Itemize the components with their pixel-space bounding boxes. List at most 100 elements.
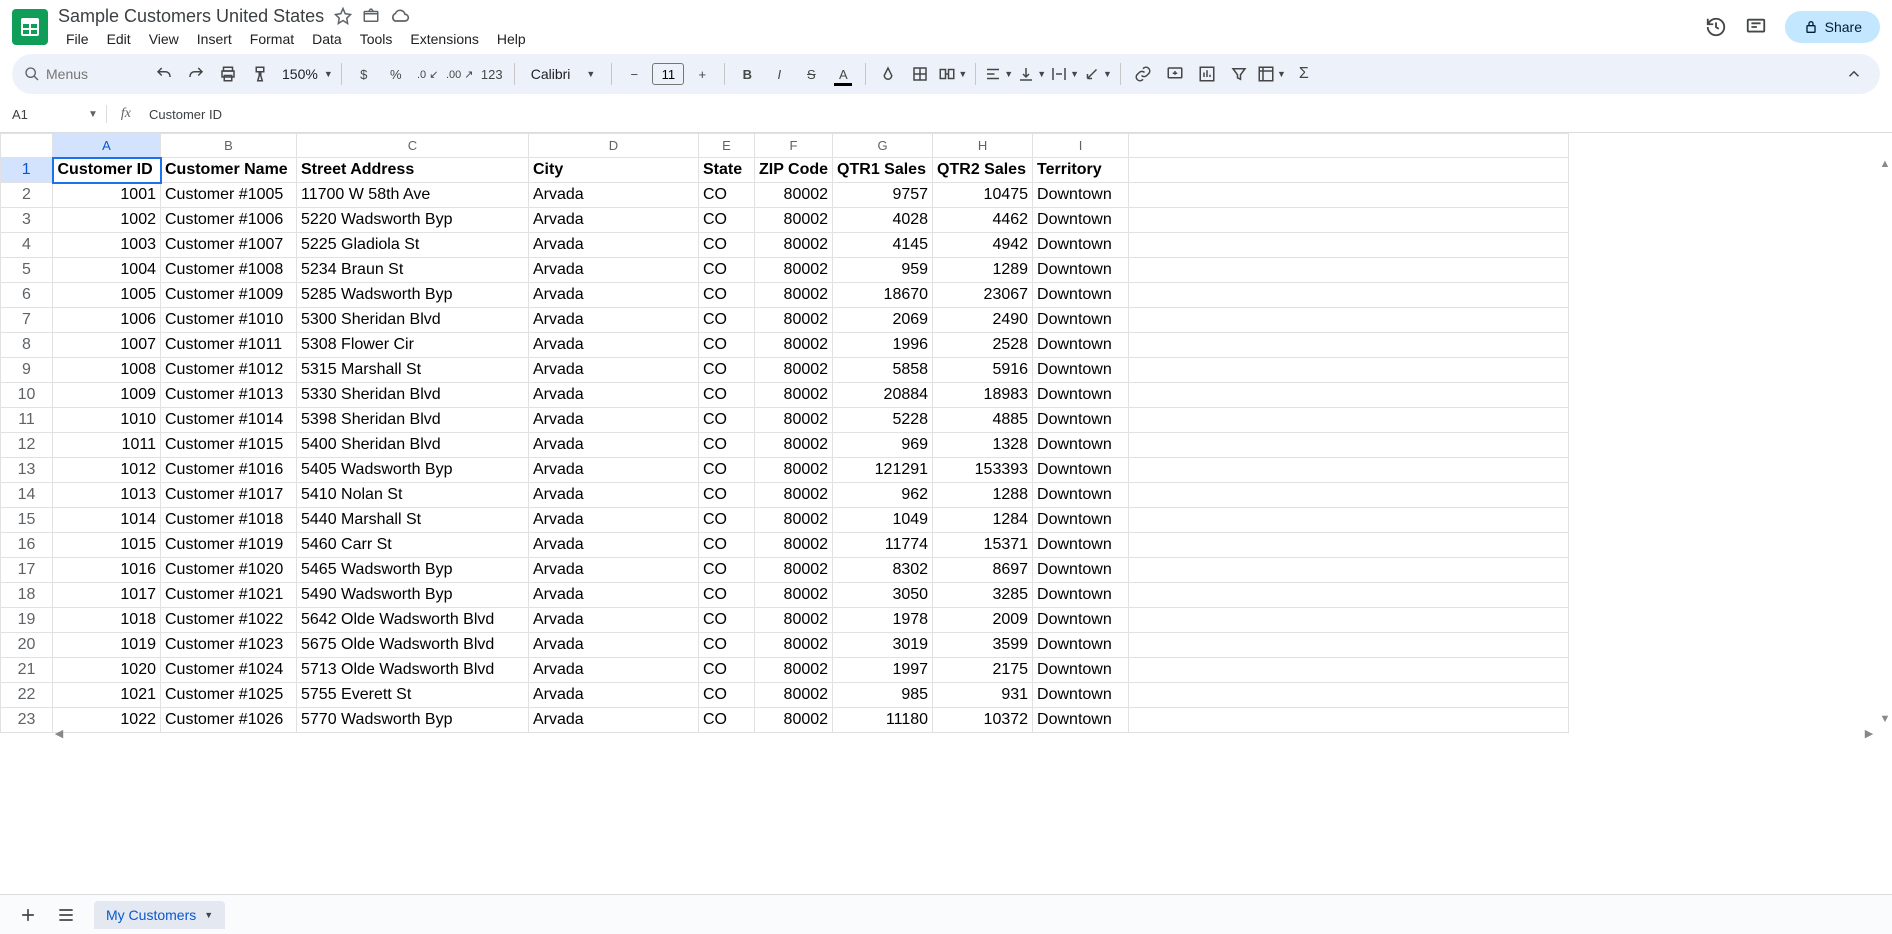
cell-D18[interactable]: Arvada: [529, 583, 699, 608]
column-header-F[interactable]: F: [755, 134, 833, 158]
row-header-1[interactable]: 1: [1, 158, 53, 183]
cell-G20[interactable]: 3019: [833, 633, 933, 658]
cell-A18[interactable]: 1017: [53, 583, 161, 608]
cell-E17[interactable]: CO: [699, 558, 755, 583]
cell-H17[interactable]: 8697: [933, 558, 1033, 583]
cell-I18[interactable]: Downtown: [1033, 583, 1129, 608]
cell-I1[interactable]: Territory: [1033, 158, 1129, 183]
row-header-7[interactable]: 7: [1, 308, 53, 333]
history-icon[interactable]: [1705, 16, 1727, 38]
cell-C6[interactable]: 5285 Wadsworth Byp: [297, 283, 529, 308]
text-wrap-button[interactable]: ▼: [1050, 60, 1079, 88]
sheets-app-icon[interactable]: [12, 9, 48, 45]
percent-button[interactable]: %: [382, 60, 410, 88]
cell-H10[interactable]: 18983: [933, 383, 1033, 408]
row-header-12[interactable]: 12: [1, 433, 53, 458]
merge-cells-button[interactable]: ▼: [938, 60, 967, 88]
cell-F11[interactable]: 80002: [755, 408, 833, 433]
cell-G7[interactable]: 2069: [833, 308, 933, 333]
cell-B15[interactable]: Customer #1018: [161, 508, 297, 533]
cell-I5[interactable]: Downtown: [1033, 258, 1129, 283]
cell-B13[interactable]: Customer #1016: [161, 458, 297, 483]
cell-H6[interactable]: 23067: [933, 283, 1033, 308]
cell-B22[interactable]: Customer #1025: [161, 683, 297, 708]
cell-I4[interactable]: Downtown: [1033, 233, 1129, 258]
cell-B19[interactable]: Customer #1022: [161, 608, 297, 633]
text-color-button[interactable]: A: [829, 60, 857, 88]
cell-A20[interactable]: 1019: [53, 633, 161, 658]
cell-C9[interactable]: 5315 Marshall St: [297, 358, 529, 383]
cell-G10[interactable]: 20884: [833, 383, 933, 408]
menu-format[interactable]: Format: [242, 29, 302, 49]
cell-C19[interactable]: 5642 Olde Wadsworth Blvd: [297, 608, 529, 633]
column-header-H[interactable]: H: [933, 134, 1033, 158]
cell-H12[interactable]: 1328: [933, 433, 1033, 458]
bold-button[interactable]: B: [733, 60, 761, 88]
cell-H11[interactable]: 4885: [933, 408, 1033, 433]
row-header-16[interactable]: 16: [1, 533, 53, 558]
cell-I3[interactable]: Downtown: [1033, 208, 1129, 233]
cell-B7[interactable]: Customer #1010: [161, 308, 297, 333]
cell-A6[interactable]: 1005: [53, 283, 161, 308]
cell-C14[interactable]: 5410 Nolan St: [297, 483, 529, 508]
cell-C13[interactable]: 5405 Wadsworth Byp: [297, 458, 529, 483]
cell-F7[interactable]: 80002: [755, 308, 833, 333]
cell-D17[interactable]: Arvada: [529, 558, 699, 583]
cell-D20[interactable]: Arvada: [529, 633, 699, 658]
cell-E4[interactable]: CO: [699, 233, 755, 258]
cell-I11[interactable]: Downtown: [1033, 408, 1129, 433]
menu-view[interactable]: View: [141, 29, 187, 49]
cell-I8[interactable]: Downtown: [1033, 333, 1129, 358]
cell-E10[interactable]: CO: [699, 383, 755, 408]
fill-color-button[interactable]: [874, 60, 902, 88]
cell-I7[interactable]: Downtown: [1033, 308, 1129, 333]
cell-C7[interactable]: 5300 Sheridan Blvd: [297, 308, 529, 333]
cell-B10[interactable]: Customer #1013: [161, 383, 297, 408]
cell-F17[interactable]: 80002: [755, 558, 833, 583]
cell-H15[interactable]: 1284: [933, 508, 1033, 533]
cell-H21[interactable]: 2175: [933, 658, 1033, 683]
cell-F2[interactable]: 80002: [755, 183, 833, 208]
cell-F1[interactable]: ZIP Code: [755, 158, 833, 183]
sheet-tab[interactable]: My Customers ▼: [94, 901, 225, 929]
cell-C16[interactable]: 5460 Carr St: [297, 533, 529, 558]
cell-B20[interactable]: Customer #1023: [161, 633, 297, 658]
insert-link-button[interactable]: [1129, 60, 1157, 88]
cell-A14[interactable]: 1013: [53, 483, 161, 508]
cell-F10[interactable]: 80002: [755, 383, 833, 408]
cell-B8[interactable]: Customer #1011: [161, 333, 297, 358]
row-header-14[interactable]: 14: [1, 483, 53, 508]
cell-G9[interactable]: 5858: [833, 358, 933, 383]
cell-H1[interactable]: QTR2 Sales: [933, 158, 1033, 183]
cell-C20[interactable]: 5675 Olde Wadsworth Blvd: [297, 633, 529, 658]
cell-E18[interactable]: CO: [699, 583, 755, 608]
cell-G5[interactable]: 959: [833, 258, 933, 283]
cell-D3[interactable]: Arvada: [529, 208, 699, 233]
cell-G3[interactable]: 4028: [833, 208, 933, 233]
cell-D8[interactable]: Arvada: [529, 333, 699, 358]
more-formats-button[interactable]: 123: [478, 60, 506, 88]
row-header-4[interactable]: 4: [1, 233, 53, 258]
name-box-dropdown[interactable]: ▼: [88, 109, 98, 120]
cell-A22[interactable]: 1021: [53, 683, 161, 708]
cell-F6[interactable]: 80002: [755, 283, 833, 308]
cell-G13[interactable]: 121291: [833, 458, 933, 483]
cell-D10[interactable]: Arvada: [529, 383, 699, 408]
cell-G19[interactable]: 1978: [833, 608, 933, 633]
search-menus[interactable]: [24, 60, 146, 88]
all-sheets-button[interactable]: [56, 905, 76, 925]
cell-F3[interactable]: 80002: [755, 208, 833, 233]
cell-C22[interactable]: 5755 Everett St: [297, 683, 529, 708]
row-header-19[interactable]: 19: [1, 608, 53, 633]
cell-I9[interactable]: Downtown: [1033, 358, 1129, 383]
cell-C1[interactable]: Street Address: [297, 158, 529, 183]
cell-B11[interactable]: Customer #1014: [161, 408, 297, 433]
increase-decimal-button[interactable]: .00 ↗: [446, 60, 474, 88]
cell-G12[interactable]: 969: [833, 433, 933, 458]
cell-E5[interactable]: CO: [699, 258, 755, 283]
cell-F5[interactable]: 80002: [755, 258, 833, 283]
row-header-18[interactable]: 18: [1, 583, 53, 608]
cell-G6[interactable]: 18670: [833, 283, 933, 308]
cell-H4[interactable]: 4942: [933, 233, 1033, 258]
cell-I2[interactable]: Downtown: [1033, 183, 1129, 208]
